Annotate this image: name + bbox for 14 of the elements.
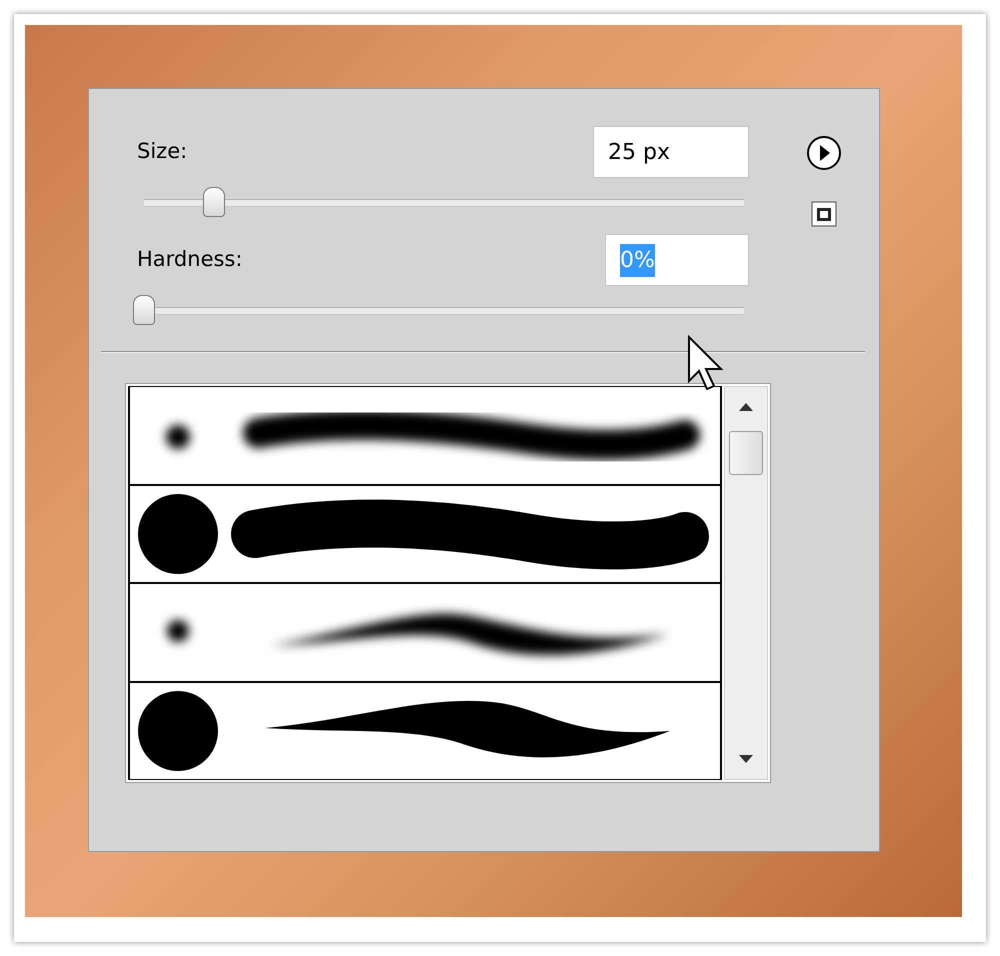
new-preset-icon[interactable]	[811, 201, 837, 227]
scroll-thumb[interactable]	[729, 431, 763, 475]
scrollbar[interactable]	[724, 386, 768, 780]
brush-preset[interactable]	[128, 583, 722, 682]
size-field[interactable]: 25 px	[593, 126, 749, 178]
slider-thumb[interactable]	[203, 187, 226, 217]
scroll-down-icon[interactable]	[738, 754, 754, 764]
brush-preset[interactable]	[128, 682, 722, 780]
brush-preset[interactable]	[128, 386, 722, 484]
scroll-up-icon[interactable]	[738, 402, 754, 412]
brush-preset[interactable]	[128, 484, 722, 583]
hardness-label: Hardness:	[137, 246, 242, 274]
slider-thumb[interactable]	[133, 295, 155, 325]
size-label: Size:	[137, 138, 188, 166]
